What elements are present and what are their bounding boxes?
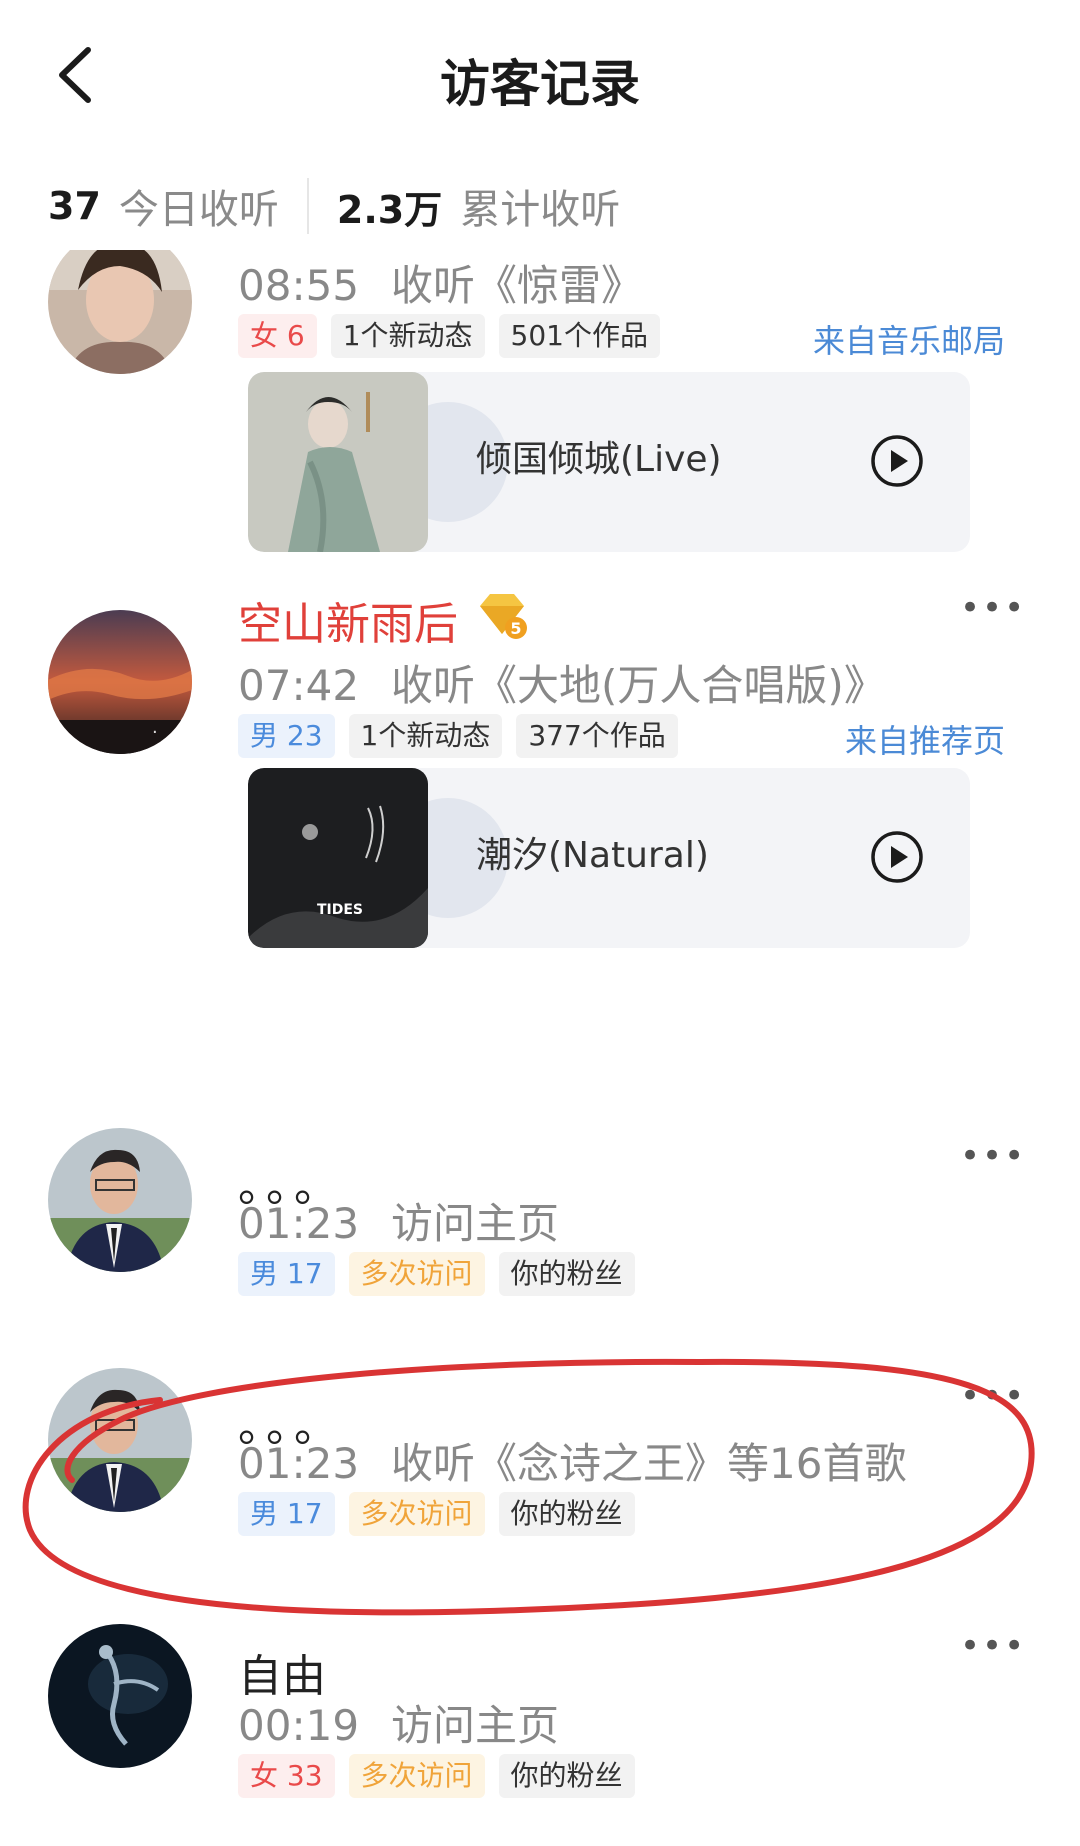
visit-time: 00:19 — [238, 1701, 360, 1750]
multi-visit-tag: 多次访问 — [348, 1252, 485, 1296]
avatar[interactable] — [48, 1128, 192, 1272]
avatar[interactable] — [48, 1624, 192, 1768]
follower-tag: 你的粉丝 — [498, 1492, 635, 1536]
avatar[interactable] — [48, 1368, 192, 1512]
visit-action: 收听《念诗之王》等16首歌 — [391, 1439, 907, 1488]
song-card[interactable]: TIDES 潮汐(Natural) — [248, 768, 970, 948]
tag-row: 男 17 多次访问 你的粉丝 — [238, 1252, 635, 1296]
avatar[interactable]: · — [48, 610, 192, 754]
visit-info: 08:55 收听《惊雷》 — [238, 252, 643, 313]
svg-text:5: 5 — [510, 619, 521, 638]
more-options-button[interactable]: ••• — [960, 588, 1026, 628]
visitor-item[interactable]: 。。。 ••• 01:23 收听《念诗之王》等16首歌 男 17 多次访问 你的粉… — [0, 1368, 1080, 1580]
song-title: 潮汐(Natural) — [476, 835, 709, 876]
more-options-button[interactable]: ••• — [960, 1626, 1026, 1666]
visitor-item[interactable]: · 空山新雨后 5 ••• 07:42 收听《大地(万人合唱版)》 男 23 1个… — [0, 588, 1080, 948]
visitor-list: 08:55 收听《惊雷》 女 6 1个新动态 501个作品 来自音乐邮局 倾国倾城… — [0, 250, 1080, 1846]
visit-time: 07:42 — [238, 661, 360, 710]
visit-source-link[interactable]: 来自音乐邮局 — [813, 316, 1005, 362]
svg-text:TIDES: TIDES — [317, 902, 363, 918]
visit-time: 01:23 — [238, 1439, 360, 1488]
avatar[interactable] — [48, 250, 192, 374]
visit-action: 访问主页 — [391, 1199, 560, 1248]
song-cover — [248, 372, 428, 552]
visit-action: 访问主页 — [391, 1701, 560, 1750]
song-title: 倾国倾城(Live) — [476, 439, 722, 480]
total-listen-count: 2.3万 — [336, 187, 443, 232]
visit-time: 08:55 — [238, 261, 360, 310]
play-icon — [871, 831, 923, 883]
diamond-vip-icon: 5 — [476, 592, 528, 644]
more-options-button[interactable]: ••• — [960, 1376, 1026, 1416]
play-button[interactable] — [870, 434, 924, 488]
works-count-tag: 501个作品 — [498, 314, 660, 358]
play-button[interactable] — [870, 830, 924, 884]
gender-age-tag: 男 17 — [238, 1252, 335, 1296]
visit-source-link[interactable]: 来自推荐页 — [845, 716, 1005, 762]
gender-age-tag: 男 23 — [238, 714, 335, 758]
listen-stats: 37 今日收听 2.3万 累计收听 — [48, 176, 620, 236]
works-count-tag: 377个作品 — [516, 714, 678, 758]
today-listen-count: 37 — [48, 184, 101, 228]
header-bar: 访客记录 — [0, 0, 1080, 150]
gender-age-tag: 男 17 — [238, 1492, 335, 1536]
gender-age-tag: 女 33 — [238, 1754, 335, 1798]
song-card[interactable]: 倾国倾城(Live) — [248, 372, 970, 552]
new-activity-tag: 1个新动态 — [330, 314, 485, 358]
more-options-button[interactable]: ••• — [960, 1136, 1026, 1176]
visit-info: 01:23 收听《念诗之王》等16首歌 — [238, 1430, 907, 1491]
today-listen-label: 今日收听 — [118, 187, 279, 233]
tag-row: 男 17 多次访问 你的粉丝 — [238, 1492, 635, 1536]
total-listen-label: 累计收听 — [460, 187, 621, 233]
gender-age-tag: 女 6 — [238, 314, 317, 358]
visitor-item[interactable]: 。。。 ••• 01:23 访问主页 男 17 多次访问 你的粉丝 — [0, 1128, 1080, 1340]
visit-info: 00:19 访问主页 — [238, 1692, 559, 1753]
visitor-item[interactable]: 08:55 收听《惊雷》 女 6 1个新动态 501个作品 来自音乐邮局 倾国倾城… — [0, 250, 1080, 560]
visit-info: 01:23 访问主页 — [238, 1190, 559, 1251]
tag-row: 女 6 1个新动态 501个作品 — [238, 314, 660, 358]
visit-info: 07:42 收听《大地(万人合唱版)》 — [238, 652, 886, 713]
visitor-name[interactable]: 空山新雨后 — [238, 588, 458, 652]
tag-row: 女 33 多次访问 你的粉丝 — [238, 1754, 635, 1798]
multi-visit-tag: 多次访问 — [348, 1492, 485, 1536]
song-cover: TIDES — [248, 768, 428, 948]
svg-text:·: · — [152, 722, 158, 743]
play-icon — [871, 435, 923, 487]
page-title: 访客记录 — [440, 55, 640, 113]
visitor-item[interactable]: 自由 ••• 00:19 访问主页 女 33 多次访问 你的粉丝 — [0, 1624, 1080, 1840]
stats-divider — [306, 178, 309, 234]
follower-tag: 你的粉丝 — [498, 1754, 635, 1798]
tag-row: 男 23 1个新动态 377个作品 — [238, 714, 678, 758]
multi-visit-tag: 多次访问 — [348, 1754, 485, 1798]
new-activity-tag: 1个新动态 — [348, 714, 503, 758]
visit-action: 收听《大地(万人合唱版)》 — [391, 661, 886, 710]
visit-action: 收听《惊雷》 — [391, 261, 644, 310]
visit-time: 01:23 — [238, 1199, 360, 1248]
follower-tag: 你的粉丝 — [498, 1252, 635, 1296]
